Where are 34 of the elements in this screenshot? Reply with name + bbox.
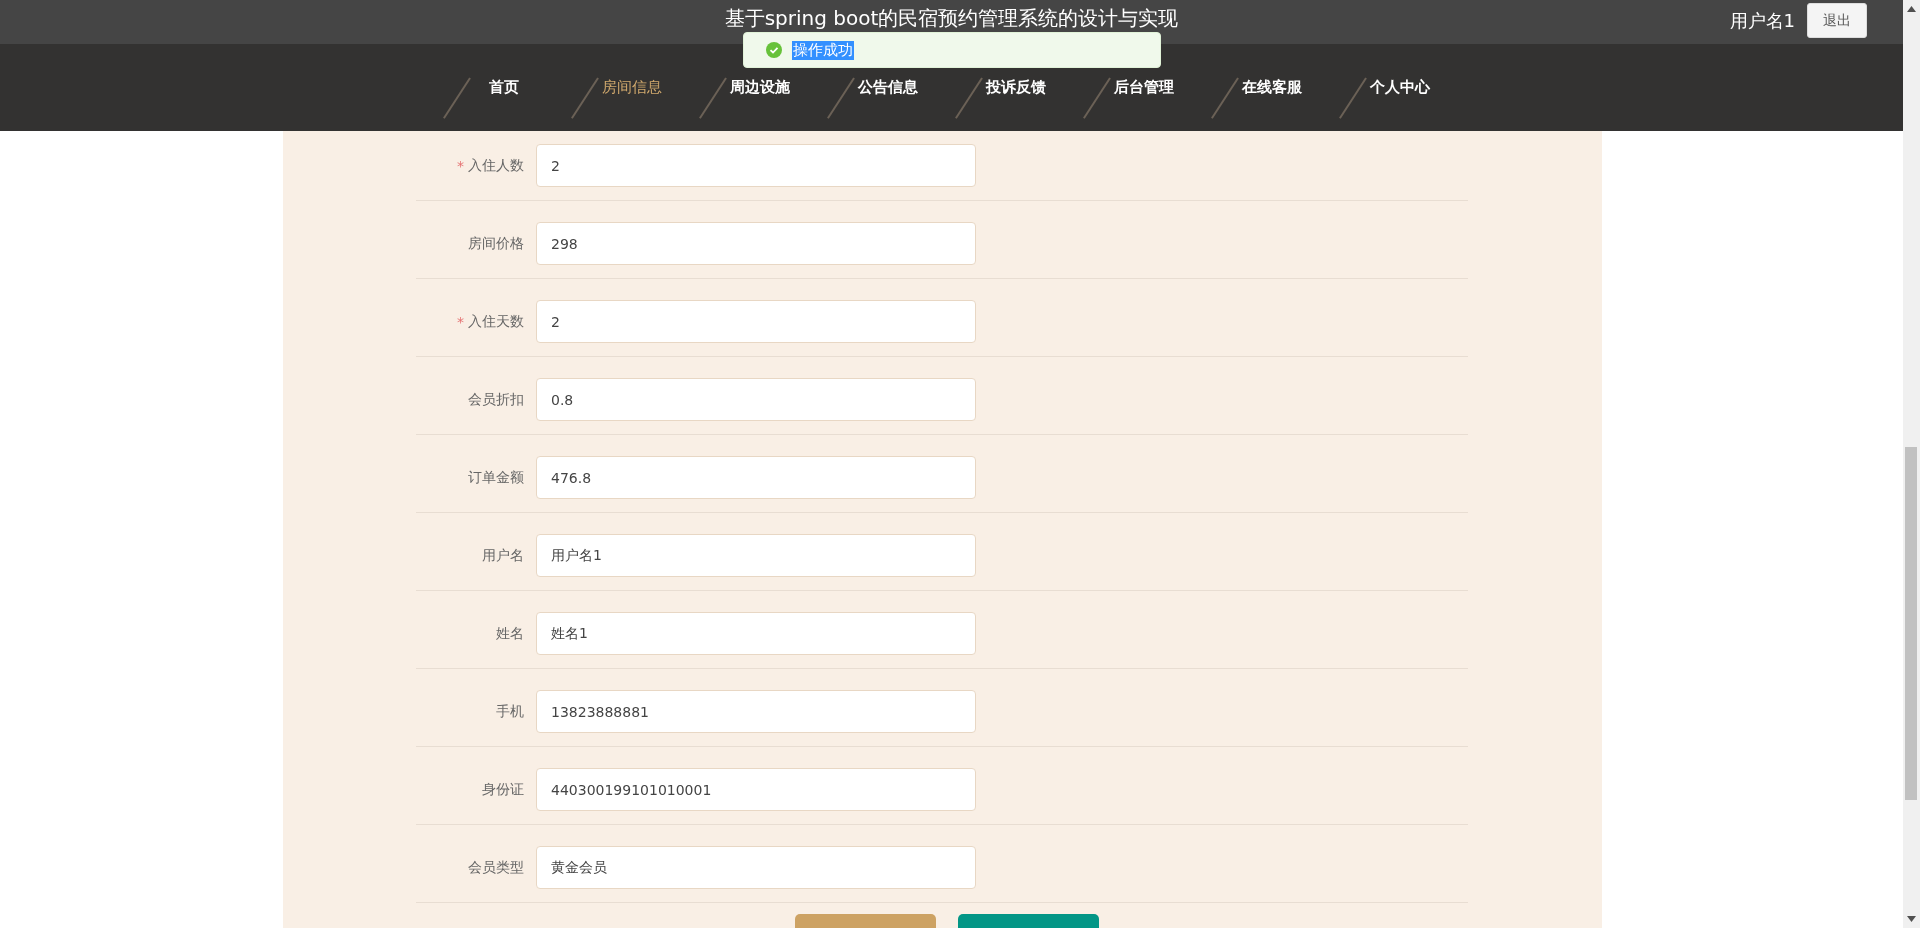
input-field[interactable]: 13823888881 (536, 690, 976, 733)
input-field[interactable]: 2 (536, 300, 976, 343)
nav-link[interactable]: 首页 (486, 74, 521, 101)
input-field[interactable]: 0.8 (536, 378, 976, 421)
input-field[interactable]: 黄金会员 (536, 846, 976, 889)
nav-link[interactable]: 周边设施 (727, 74, 792, 101)
nav-link[interactable]: 后台管理 (1111, 74, 1176, 101)
nav-link[interactable]: 房间信息 (599, 74, 664, 101)
field-label: 用户名 (482, 546, 524, 565)
field-label: 手机 (496, 702, 524, 721)
input-field[interactable]: 440300199101010001 (536, 768, 976, 811)
nav-link[interactable]: 在线客服 (1239, 74, 1304, 101)
nav-link[interactable]: 公告信息 (855, 74, 920, 101)
input-field[interactable]: 姓名1 (536, 612, 976, 655)
required-asterisk: * (457, 157, 464, 174)
logout-button[interactable]: 退出 (1807, 3, 1867, 38)
input-field[interactable]: 用户名1 (536, 534, 976, 577)
required-asterisk: * (457, 313, 464, 330)
field-label: 身份证 (482, 780, 524, 799)
nav-link[interactable]: 个人中心 (1367, 74, 1432, 101)
toast-message: 操作成功 (792, 40, 854, 60)
input-field[interactable]: 476.8 (536, 456, 976, 499)
site-title: 基于spring boot的民宿预约管理系统的设计与实现 (724, 4, 1179, 32)
username-label: 用户名1 (1729, 8, 1795, 33)
field-label: 会员类型 (468, 858, 524, 877)
field-label: 姓名 (496, 624, 524, 643)
field-label: 入住人数 (468, 156, 524, 175)
nav-link[interactable]: 投诉反馈 (983, 74, 1048, 101)
field-label: 入住天数 (468, 312, 524, 331)
input-field[interactable]: 298 (536, 222, 976, 265)
field-label: 会员折扣 (468, 390, 524, 409)
field-label: 房间价格 (468, 234, 524, 253)
input-field[interactable]: 2 (536, 144, 976, 187)
field-label: 订单金额 (468, 468, 524, 487)
